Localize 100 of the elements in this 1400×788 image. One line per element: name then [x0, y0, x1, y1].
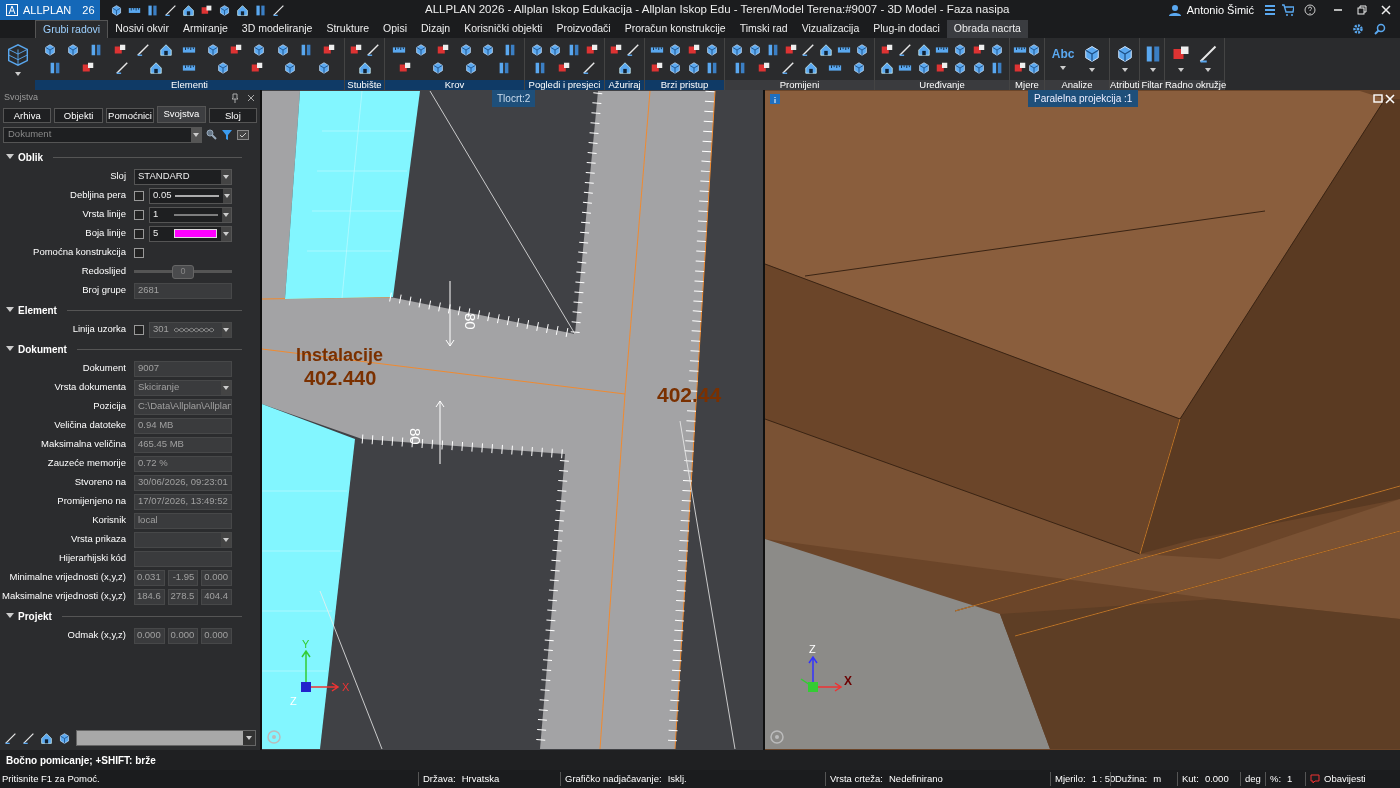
line-icon[interactable]	[272, 3, 285, 17]
dropdown[interactable]: 5	[149, 225, 232, 242]
expand-icon[interactable]	[6, 306, 14, 314]
text-field[interactable]: -1.95	[167, 569, 199, 586]
line-icon[interactable]	[1197, 44, 1218, 64]
filter-icon[interactable]	[221, 128, 233, 141]
ribbon-tab[interactable]: Dizajn	[414, 20, 458, 38]
block-icon[interactable]	[322, 43, 337, 57]
block-icon[interactable]	[880, 43, 895, 57]
cube-icon[interactable]	[317, 61, 332, 75]
block-icon[interactable]	[686, 43, 701, 57]
house-icon[interactable]	[916, 43, 931, 57]
text-field[interactable]: 404.4	[201, 588, 232, 605]
house-icon[interactable]	[880, 61, 895, 75]
cube-icon[interactable]	[548, 43, 563, 57]
settings-icon[interactable]	[1352, 23, 1364, 35]
cube-icon[interactable]	[414, 43, 429, 57]
cube-icon[interactable]	[855, 43, 870, 57]
block-icon[interactable]	[557, 61, 572, 75]
block-icon[interactable]	[609, 43, 624, 57]
checkbox[interactable]	[134, 190, 144, 201]
pin-icon[interactable]	[230, 93, 240, 103]
checkbox[interactable]	[134, 324, 144, 335]
line-icon[interactable]	[115, 61, 130, 75]
line-icon[interactable]	[801, 43, 816, 57]
filter-dropdown[interactable]: Dokument	[3, 126, 202, 143]
block-icon[interactable]	[971, 43, 986, 57]
cube-icon[interactable]	[65, 43, 80, 57]
checkbox-icon[interactable]	[237, 128, 249, 141]
expand-icon[interactable]	[6, 612, 14, 620]
cube-icon[interactable]	[458, 43, 473, 57]
close-icon[interactable]	[246, 93, 256, 103]
cube-icon[interactable]	[668, 43, 683, 57]
cube-icon[interactable]	[1027, 43, 1041, 57]
dropdown[interactable]: 301	[149, 321, 232, 338]
line-icon[interactable]	[135, 43, 150, 57]
block-icon[interactable]	[935, 61, 949, 75]
cube-icon[interactable]	[252, 43, 267, 57]
cube-icon[interactable]	[989, 43, 1004, 57]
maximize-icon[interactable]	[1373, 94, 1383, 103]
house-icon[interactable]	[819, 43, 834, 57]
help-icon[interactable]	[1304, 4, 1316, 16]
house-icon[interactable]	[617, 61, 632, 75]
dropdown[interactable]: STANDARD	[134, 168, 232, 185]
search-icon[interactable]	[1374, 23, 1386, 35]
block-icon[interactable]	[436, 43, 451, 57]
ribbon-tab[interactable]: Timski rad	[732, 20, 795, 38]
block-icon[interactable]	[584, 43, 599, 57]
cube-icon[interactable]	[216, 61, 231, 75]
checkbox[interactable]	[134, 228, 144, 239]
dropdown[interactable]: 0.05	[149, 187, 232, 204]
ribbon-tab[interactable]: Grubi radovi	[35, 20, 109, 38]
block-icon[interactable]	[249, 61, 264, 75]
ribbon-tab[interactable]: Plug-in dodaci	[866, 20, 947, 38]
block-icon[interactable]	[349, 43, 364, 57]
block-icon[interactable]	[229, 43, 243, 57]
cube-icon[interactable]	[686, 61, 701, 75]
ribbon-tab[interactable]: Opisi	[376, 20, 414, 38]
line-icon[interactable]	[581, 61, 596, 75]
block-icon[interactable]	[200, 3, 213, 17]
panel-tab[interactable]: Arhiva	[3, 108, 52, 123]
line-icon[interactable]	[365, 43, 380, 57]
checkbox[interactable]	[134, 247, 144, 258]
cube-icon[interactable]	[971, 61, 986, 75]
text-field[interactable]: 184.6	[134, 588, 165, 605]
dropdown[interactable]: 1	[149, 206, 232, 223]
house-icon[interactable]	[804, 61, 819, 75]
search-icon[interactable]	[206, 129, 217, 140]
text-field[interactable]: 0.000	[134, 627, 165, 644]
wall-icon[interactable]	[254, 3, 267, 17]
house-icon[interactable]	[357, 61, 372, 75]
line-icon[interactable]	[898, 43, 913, 57]
block-icon[interactable]	[112, 43, 127, 57]
cube-icon[interactable]	[704, 43, 719, 57]
line-icon[interactable]	[4, 731, 17, 745]
cube-icon[interactable]	[916, 61, 931, 75]
cube-icon[interactable]	[218, 3, 231, 17]
block-icon[interactable]	[756, 61, 771, 75]
block-icon[interactable]	[650, 61, 665, 75]
cube-icon[interactable]	[430, 61, 445, 75]
house-icon[interactable]	[236, 3, 249, 17]
cube-icon[interactable]	[283, 61, 298, 75]
text-field[interactable]: 0.000	[201, 569, 232, 586]
block-icon[interactable]	[397, 61, 412, 75]
line-icon[interactable]	[625, 43, 640, 57]
restore-icon[interactable]	[1356, 4, 1368, 16]
panel-tab[interactable]: Pomoćnici	[105, 108, 155, 123]
cube-icon[interactable]	[668, 61, 683, 75]
house-icon[interactable]	[40, 731, 53, 745]
ribbon-tab[interactable]: Korisnički objekti	[457, 20, 550, 38]
cube-icon[interactable]	[205, 43, 220, 57]
cube-icon[interactable]	[852, 61, 867, 75]
panel-tab[interactable]: Objekti	[54, 108, 103, 123]
line-icon[interactable]	[164, 3, 177, 17]
ribbon-tab[interactable]: Obrada nacrta	[946, 20, 1028, 38]
block-icon[interactable]	[783, 43, 798, 57]
checkbox[interactable]	[134, 209, 144, 220]
ribbon-tab[interactable]: Vizualizacija	[794, 20, 867, 38]
cube-icon[interactable]	[953, 61, 968, 75]
block-icon[interactable]	[81, 61, 96, 75]
